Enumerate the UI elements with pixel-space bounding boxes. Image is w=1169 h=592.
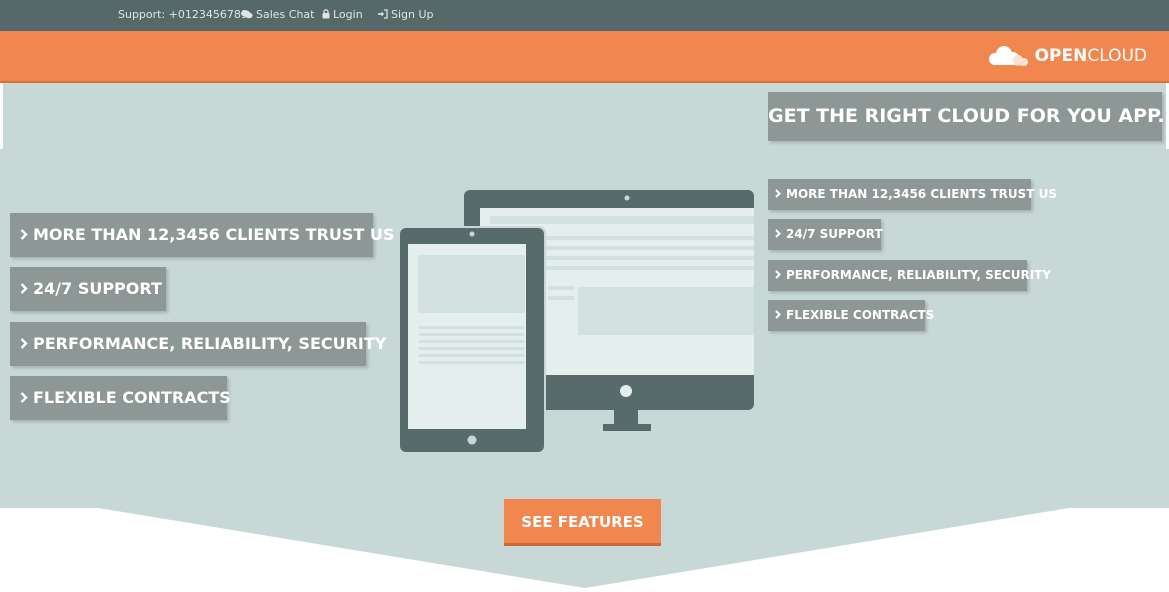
chevron-right-icon: [20, 376, 28, 420]
feature-label: MORE THAN 12,3456 CLIENTS TRUST US: [33, 225, 395, 244]
login-label: Login: [333, 8, 363, 21]
feature-right-clients: MORE THAN 12,3456 CLIENTS TRUST US: [768, 179, 1057, 210]
feature-label: FLEXIBLE CONTRACTS: [786, 308, 935, 322]
lock-icon: [322, 9, 330, 19]
header-bar: OPENCLOUD: [0, 31, 1169, 83]
feature-label: PERFORMANCE, RELIABILITY, SECURITY: [786, 268, 1052, 282]
chevron-right-icon: [775, 260, 781, 291]
chevron-right-icon: [20, 322, 28, 366]
signup-link[interactable]: Sign Up: [378, 8, 434, 21]
feature-label: FLEXIBLE CONTRACTS: [33, 388, 231, 407]
see-features-button[interactable]: SEE FEATURES: [504, 499, 661, 546]
devices-illustration: [398, 190, 754, 454]
chevron-right-icon: [20, 267, 28, 311]
feature-right-contracts: FLEXIBLE CONTRACTS: [768, 300, 934, 331]
top-bar: Support: +0123456789 Sales Chat Login Si…: [0, 0, 1169, 31]
chevron-right-icon: [775, 300, 781, 331]
sales-chat-link[interactable]: Sales Chat: [241, 8, 314, 21]
feature-label: MORE THAN 12,3456 CLIENTS TRUST US: [786, 187, 1058, 201]
feature-label: 24/7 SUPPORT: [786, 227, 883, 241]
chevron-right-icon: [775, 179, 781, 210]
feature-left-contracts: FLEXIBLE CONTRACTS: [10, 376, 231, 420]
sign-in-icon: [378, 9, 388, 19]
feature-label: PERFORMANCE, RELIABILITY, SECURITY: [33, 334, 387, 353]
cloud-icon: [988, 46, 1028, 66]
hero-tagline: GET THE RIGHT CLOUD FOR YOU APP.: [768, 92, 1165, 141]
sales-chat-label: Sales Chat: [256, 8, 315, 21]
chat-icon: [241, 10, 253, 19]
signup-label: Sign Up: [391, 8, 434, 21]
feature-left-support: 24/7 SUPPORT: [10, 267, 166, 311]
feature-label: 24/7 SUPPORT: [33, 279, 162, 298]
feature-right-support: 24/7 SUPPORT: [768, 219, 883, 250]
chevron-right-icon: [775, 219, 781, 250]
chevron-right-icon: [20, 213, 28, 257]
feature-left-clients: MORE THAN 12,3456 CLIENTS TRUST US: [10, 213, 394, 257]
login-link[interactable]: Login: [322, 8, 363, 21]
logo-text-light: CLOUD: [1087, 46, 1147, 66]
tablet-icon: [398, 226, 546, 454]
feature-left-performance: PERFORMANCE, RELIABILITY, SECURITY: [10, 322, 386, 366]
opencloud-logo[interactable]: OPENCLOUD: [985, 43, 1147, 69]
logo-text-bold: OPEN: [1034, 46, 1088, 66]
feature-right-performance: PERFORMANCE, RELIABILITY, SECURITY: [768, 260, 1051, 291]
support-phone[interactable]: Support: +0123456789: [118, 8, 248, 21]
